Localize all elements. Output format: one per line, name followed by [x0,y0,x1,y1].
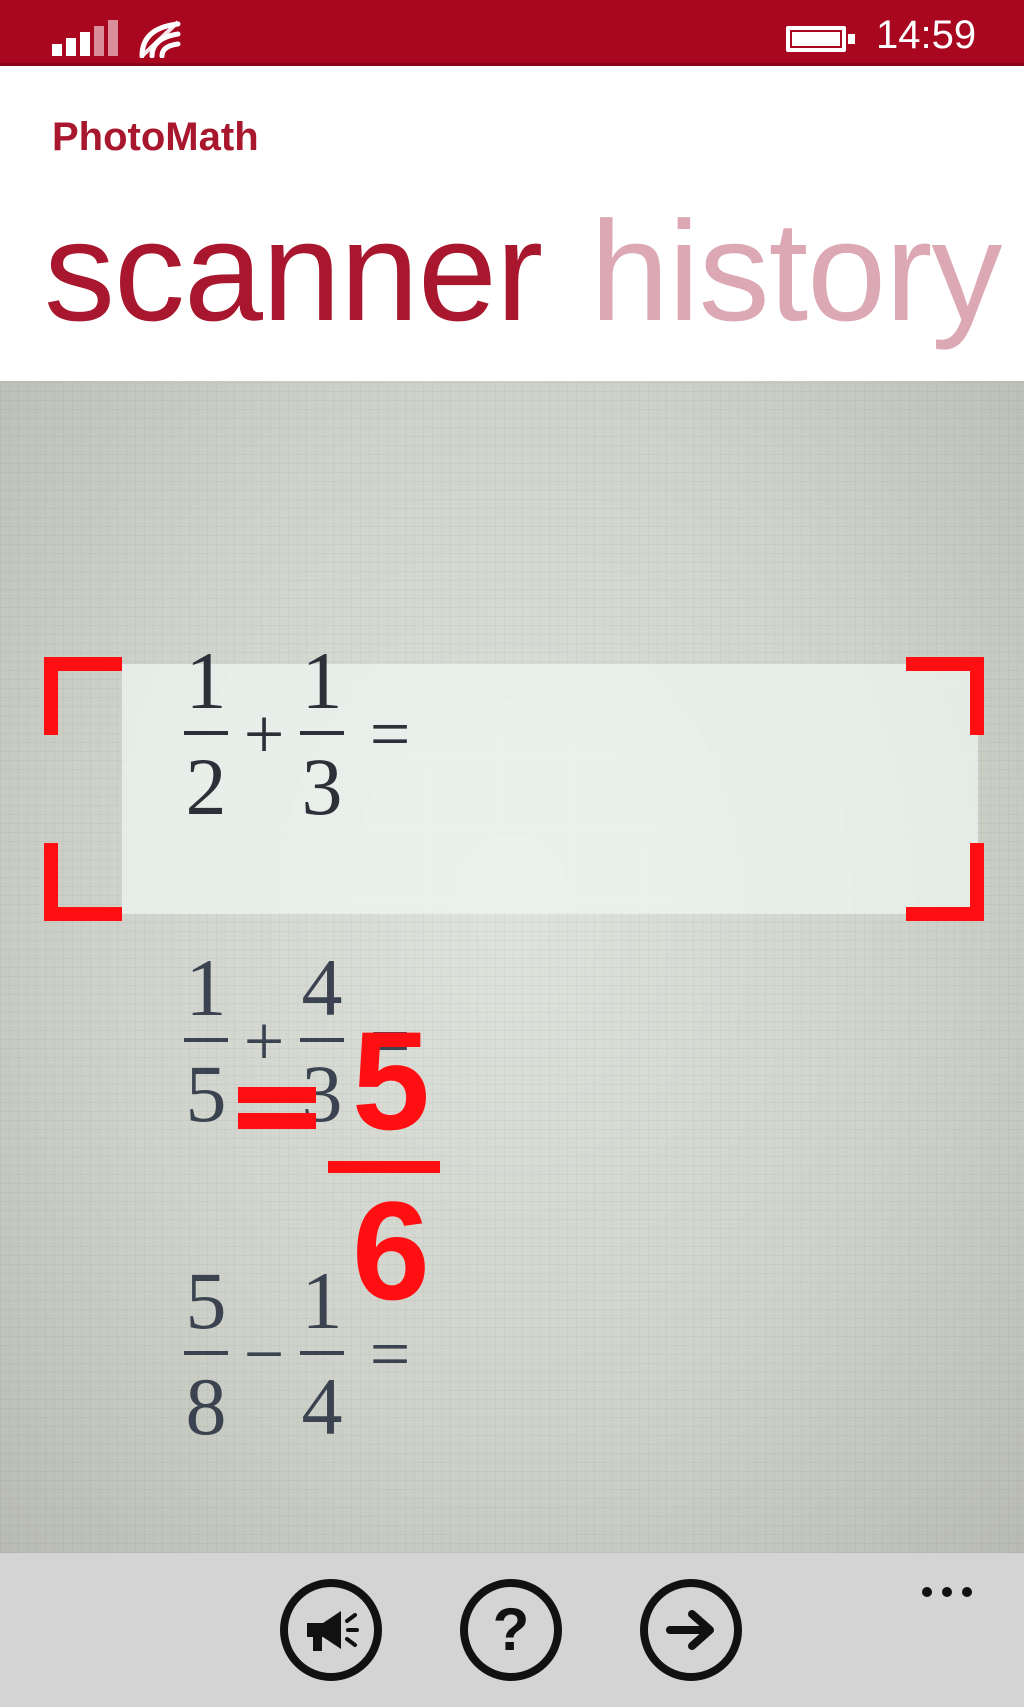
numerator: 1 [301,1255,343,1346]
header: PhotoMath scanner history [0,69,1024,381]
denominator: 5 [185,1048,227,1139]
denominator: 3 [301,741,343,832]
scan-frame-corner-bottom-right [906,843,984,921]
app-title: PhotoMath [52,115,259,159]
fraction-bar [300,1351,344,1355]
fraction-bar [184,731,228,735]
ellipsis-icon[interactable] [918,1579,978,1609]
fraction: 5 8 [178,1257,234,1451]
battery-icon [786,26,856,52]
status-bar: 14:59 [0,0,1024,66]
app-bar: ? [0,1553,1024,1707]
operator: − [243,1313,285,1394]
fraction-bar [300,731,344,735]
clock: 14:59 [876,13,977,57]
question-icon: ? [492,1596,530,1663]
equals-sign: = [369,693,411,774]
operator: + [243,693,285,774]
operator: + [243,1000,285,1081]
fraction: 1 2 [178,637,234,831]
denominator: 2 [185,741,227,832]
numerator: 1 [185,635,227,726]
paper-texture [0,381,1024,1553]
numerator: 4 [301,942,343,1033]
fraction-bar [184,1038,228,1042]
next-button[interactable] [640,1579,742,1681]
fraction-bar [300,1038,344,1042]
result-numerator: 5 [352,1002,430,1159]
arrow-right-icon [666,1610,714,1650]
fraction: 1 4 [294,1257,350,1451]
scan-frame-corner-bottom-left [44,843,122,921]
expression-1: 1 2 + 1 3 = [178,637,430,831]
numerator: 5 [185,1255,227,1346]
speak-button[interactable] [280,1579,382,1681]
result-equals-sign [238,1081,320,1133]
camera-viewfinder[interactable]: 1 2 + 1 3 = 1 5 + 4 3 = 5 8 − 1 4 = 5 6 [0,381,1024,1553]
tab-history[interactable]: history [590,187,1002,357]
scan-frame-corner-top-left [44,657,122,735]
wifi-icon [139,20,181,58]
fraction: 1 3 [294,637,350,831]
signal-strength-icon [52,20,118,56]
denominator: 8 [185,1361,227,1452]
megaphone-icon [307,1611,359,1651]
help-button[interactable]: ? [460,1579,562,1681]
tab-scanner[interactable]: scanner [44,187,543,357]
scan-frame-corner-top-right [906,657,984,735]
pivot-tabs: scanner history [44,187,1024,357]
numerator: 1 [185,942,227,1033]
fraction-bar [184,1351,228,1355]
result-denominator: 6 [352,1172,430,1329]
numerator: 1 [301,635,343,726]
fraction: 1 5 [178,944,234,1138]
denominator: 4 [301,1361,343,1452]
